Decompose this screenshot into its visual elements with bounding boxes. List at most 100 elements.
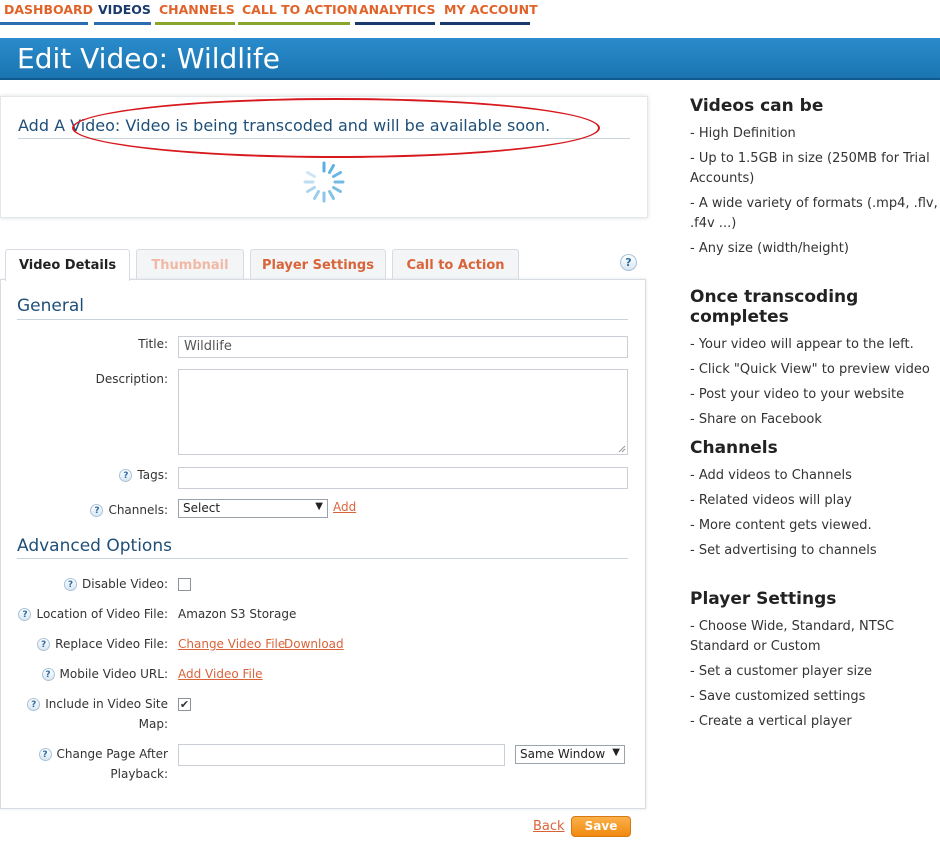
nav-tab-label: VIDEOS (98, 2, 151, 17)
divider (17, 319, 628, 320)
change-video-file-link[interactable]: Change Video File (178, 637, 285, 651)
tab-call-to-action[interactable]: Call to Action (392, 249, 519, 279)
sidebar-item: - Share on Facebook (690, 412, 822, 427)
top-nav: DASHBOARD VIDEOS CHANNELS CALL TO ACTION… (0, 0, 940, 28)
transcode-message: Add A Video: Video is being transcoded a… (18, 116, 551, 135)
sidebar-item: - High Definition (690, 126, 796, 141)
nav-tab-analytics[interactable]: ANALYTICS (355, 0, 435, 25)
help-icon[interactable]: ? (64, 578, 77, 591)
sidebar-heading: Videos can be (690, 96, 824, 116)
nav-tab-videos[interactable]: VIDEOS (94, 0, 151, 25)
sidebar-heading: Once transcoding completes (690, 287, 859, 327)
help-icon[interactable]: ? (620, 252, 638, 271)
sidebar-item: - Set advertising to channels (690, 543, 877, 558)
nav-tab-underline (238, 22, 350, 25)
divider (18, 138, 630, 139)
page-header: Edit Video: Wildlife (0, 38, 940, 80)
loading-spinner-icon (303, 161, 345, 203)
sidebar-item: - Choose Wide, Standard, NTSC Standard o… (690, 619, 895, 654)
sidebar-channels: Channels - Add videos to Channels - Rela… (690, 438, 940, 561)
nav-tab-my-account[interactable]: MY ACCOUNT (440, 0, 538, 25)
sidebar-item: - Set a customer player size (690, 664, 872, 679)
download-link[interactable]: Download (284, 637, 344, 651)
sidebar-item: - Add videos to Channels (690, 468, 852, 483)
sidebar-player-settings: Player Settings - Choose Wide, Standard,… (690, 589, 940, 732)
description-input[interactable] (178, 369, 628, 455)
tags-label: Tags: (137, 468, 168, 482)
channels-label-row: ? Channels: (40, 500, 168, 520)
nav-tab-underline (0, 22, 88, 25)
nav-tab-label: ANALYTICS (359, 2, 436, 17)
section-title-advanced: Advanced Options (17, 536, 172, 556)
help-icon[interactable]: ? (38, 748, 52, 761)
mobile-label: Mobile Video URL: (59, 667, 168, 681)
help-icon[interactable]: ? (119, 469, 133, 482)
help-icon[interactable]: ? (41, 668, 55, 681)
sidebar-once-transcoding: Once transcoding completes - Your video … (690, 287, 940, 430)
sidebar-heading: Player Settings (690, 589, 837, 609)
dropdown-arrow-icon: ▼ (315, 501, 323, 512)
tags-input[interactable] (178, 467, 628, 489)
nav-tab-label: CALL TO ACTION (242, 2, 358, 17)
description-label: Description: (95, 372, 168, 386)
channels-select-value: Select (183, 501, 221, 515)
sidebar-heading: Channels (690, 438, 778, 458)
sidebar-item: - Up to 1.5GB in size (250MB for Trial A… (690, 151, 930, 186)
add-channel-link[interactable]: Add (333, 500, 356, 514)
mobile-label-row: ? Mobile Video URL: (10, 664, 168, 684)
change-page-url-input[interactable] (178, 744, 505, 766)
window-target-select[interactable]: Same Window ▼ (515, 745, 625, 764)
change-page-label-row: ? Change Page After Playback: (10, 744, 168, 784)
help-icon[interactable]: ? (18, 608, 32, 621)
help-icon[interactable]: ? (27, 698, 41, 711)
nav-tab-dashboard[interactable]: DASHBOARD (0, 0, 93, 25)
section-title-general: General (17, 296, 84, 316)
channels-select[interactable]: Select ▼ (178, 499, 328, 518)
tab-label: Player Settings (262, 258, 374, 273)
sitemap-label: Include in Video Site (45, 697, 168, 711)
nav-tab-label: CHANNELS (159, 2, 235, 17)
nav-tab-label: MY ACCOUNT (444, 2, 538, 17)
nav-tab-channels[interactable]: CHANNELS (155, 0, 235, 25)
sidebar-item: - Your video will appear to the left. (690, 337, 914, 352)
sidebar-item: - More content gets viewed. (690, 518, 872, 533)
help-icon[interactable]: ? (37, 638, 51, 651)
dropdown-arrow-icon: ▼ (612, 747, 620, 758)
channels-label: Channels: (108, 503, 168, 517)
tab-thumbnail[interactable]: Thumbnail (136, 249, 244, 279)
nav-tab-underline (155, 22, 235, 25)
tab-label: Video Details (18, 258, 117, 273)
change-page-label-cont: Playback: (110, 767, 168, 781)
back-link[interactable]: Back (533, 819, 565, 834)
save-button[interactable]: Save (571, 816, 631, 837)
sidebar-videos-can-be: Videos can be - High Definition - Up to … (690, 96, 940, 259)
window-target-value: Same Window (520, 747, 606, 761)
add-video-file-link[interactable]: Add Video File (178, 667, 263, 681)
tab-video-details[interactable]: Video Details (5, 249, 130, 281)
replace-label: Replace Video File: (55, 637, 168, 651)
nav-tab-underline (94, 22, 151, 25)
disable-video-checkbox[interactable] (178, 578, 191, 591)
disable-video-label: Disable Video: (82, 577, 168, 591)
replace-label-row: ? Replace Video File: (10, 634, 168, 654)
nav-tab-call-to-action[interactable]: CALL TO ACTION (238, 0, 358, 25)
location-value: Amazon S3 Storage (178, 607, 297, 621)
sidebar-item: - Related videos will play (690, 493, 852, 508)
sidebar-item: - Post your video to your website (690, 387, 905, 402)
location-label: Location of Video File: (36, 607, 168, 621)
title-input[interactable]: Wildlife (178, 336, 628, 358)
sitemap-checkbox[interactable]: ✔ (178, 698, 191, 711)
sidebar-item: - Create a vertical player (690, 714, 852, 729)
tab-player-settings[interactable]: Player Settings (250, 249, 386, 279)
location-label-row: ? Location of Video File: (10, 604, 168, 624)
help-icon[interactable]: ? (90, 504, 104, 517)
sidebar-item: - Click "Quick View" to preview video (690, 362, 930, 377)
disable-video-label-row: ? Disable Video: (20, 574, 168, 594)
title-value: Wildlife (184, 339, 232, 354)
title-label: Title: (138, 337, 168, 351)
sitemap-label-row: ? Include in Video Site Map: (10, 694, 168, 734)
sidebar-item: - Any size (width/height) (690, 241, 849, 256)
tab-label: Call to Action (406, 258, 505, 273)
resize-handle-icon[interactable] (618, 445, 626, 453)
change-page-label: Change Page After (56, 747, 168, 761)
